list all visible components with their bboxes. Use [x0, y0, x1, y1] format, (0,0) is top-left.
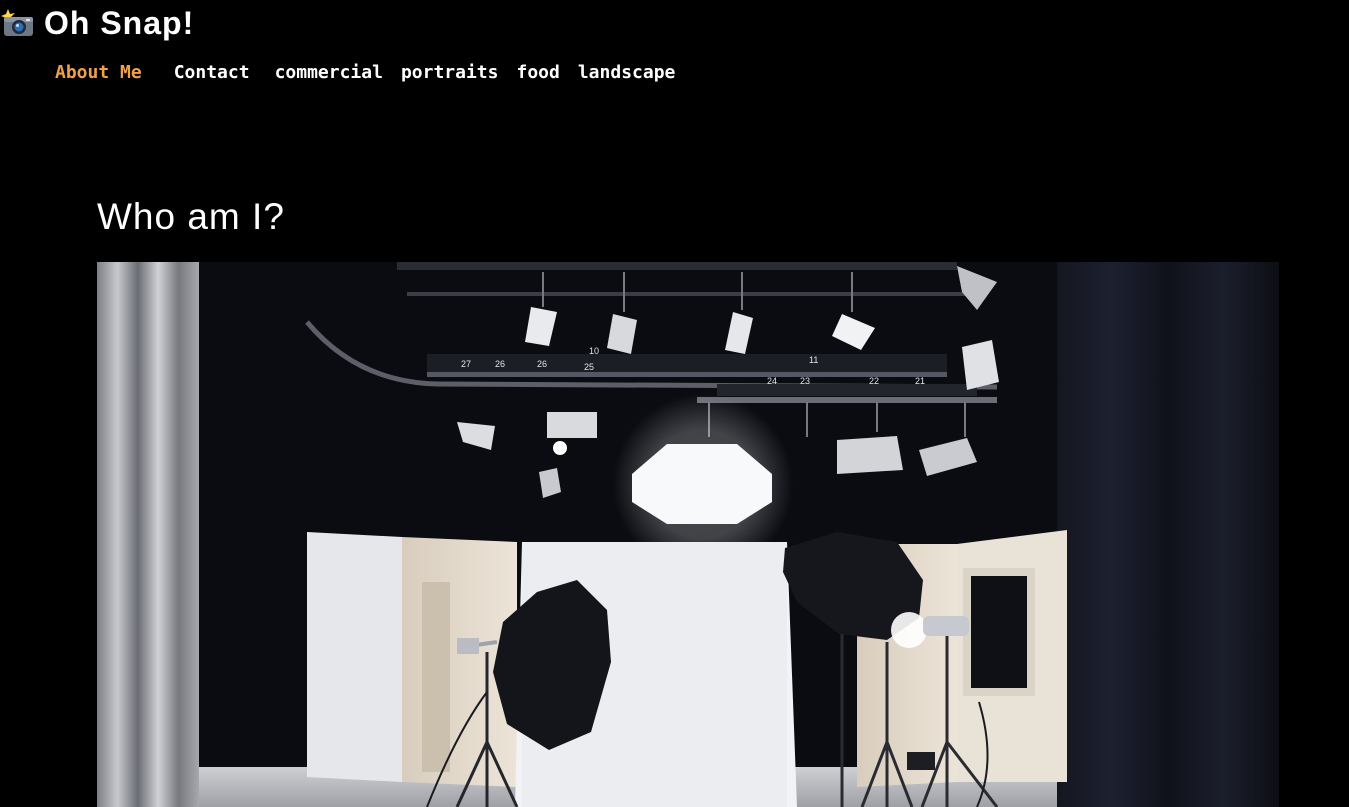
camera-flash-icon[interactable]: [0, 8, 34, 38]
rig-label: 24: [767, 376, 777, 386]
nav-link-portraits[interactable]: portraits: [401, 62, 499, 83]
page-heading: Who am I?: [97, 196, 285, 237]
rig-label: 11: [809, 355, 818, 365]
rig-label: 23: [800, 376, 810, 386]
nav-link-about-me[interactable]: About Me: [55, 62, 142, 83]
rig-label: 21: [915, 376, 925, 386]
photo-studio-image: 27 26 26 25 10 11 24 23 22 21: [97, 262, 1279, 807]
nav-link-commercial[interactable]: commercial: [275, 62, 383, 83]
rig-label: 26: [537, 359, 547, 369]
rig-label: 22: [869, 376, 879, 386]
main-nav: About Me Contact commercial portraits fo…: [55, 62, 693, 83]
nav-link-contact[interactable]: Contact: [174, 62, 250, 83]
nav-link-food[interactable]: food: [516, 62, 559, 83]
rig-label: 27: [461, 359, 471, 369]
site-header: Oh Snap!: [0, 0, 194, 46]
rig-label: 25: [584, 362, 594, 372]
hero-image: 27 26 26 25 10 11 24 23 22 21: [97, 262, 1279, 807]
rig-label: 10: [589, 346, 599, 356]
nav-link-landscape[interactable]: landscape: [578, 62, 676, 83]
rig-label: 26: [495, 359, 505, 369]
site-title[interactable]: Oh Snap!: [44, 7, 194, 39]
